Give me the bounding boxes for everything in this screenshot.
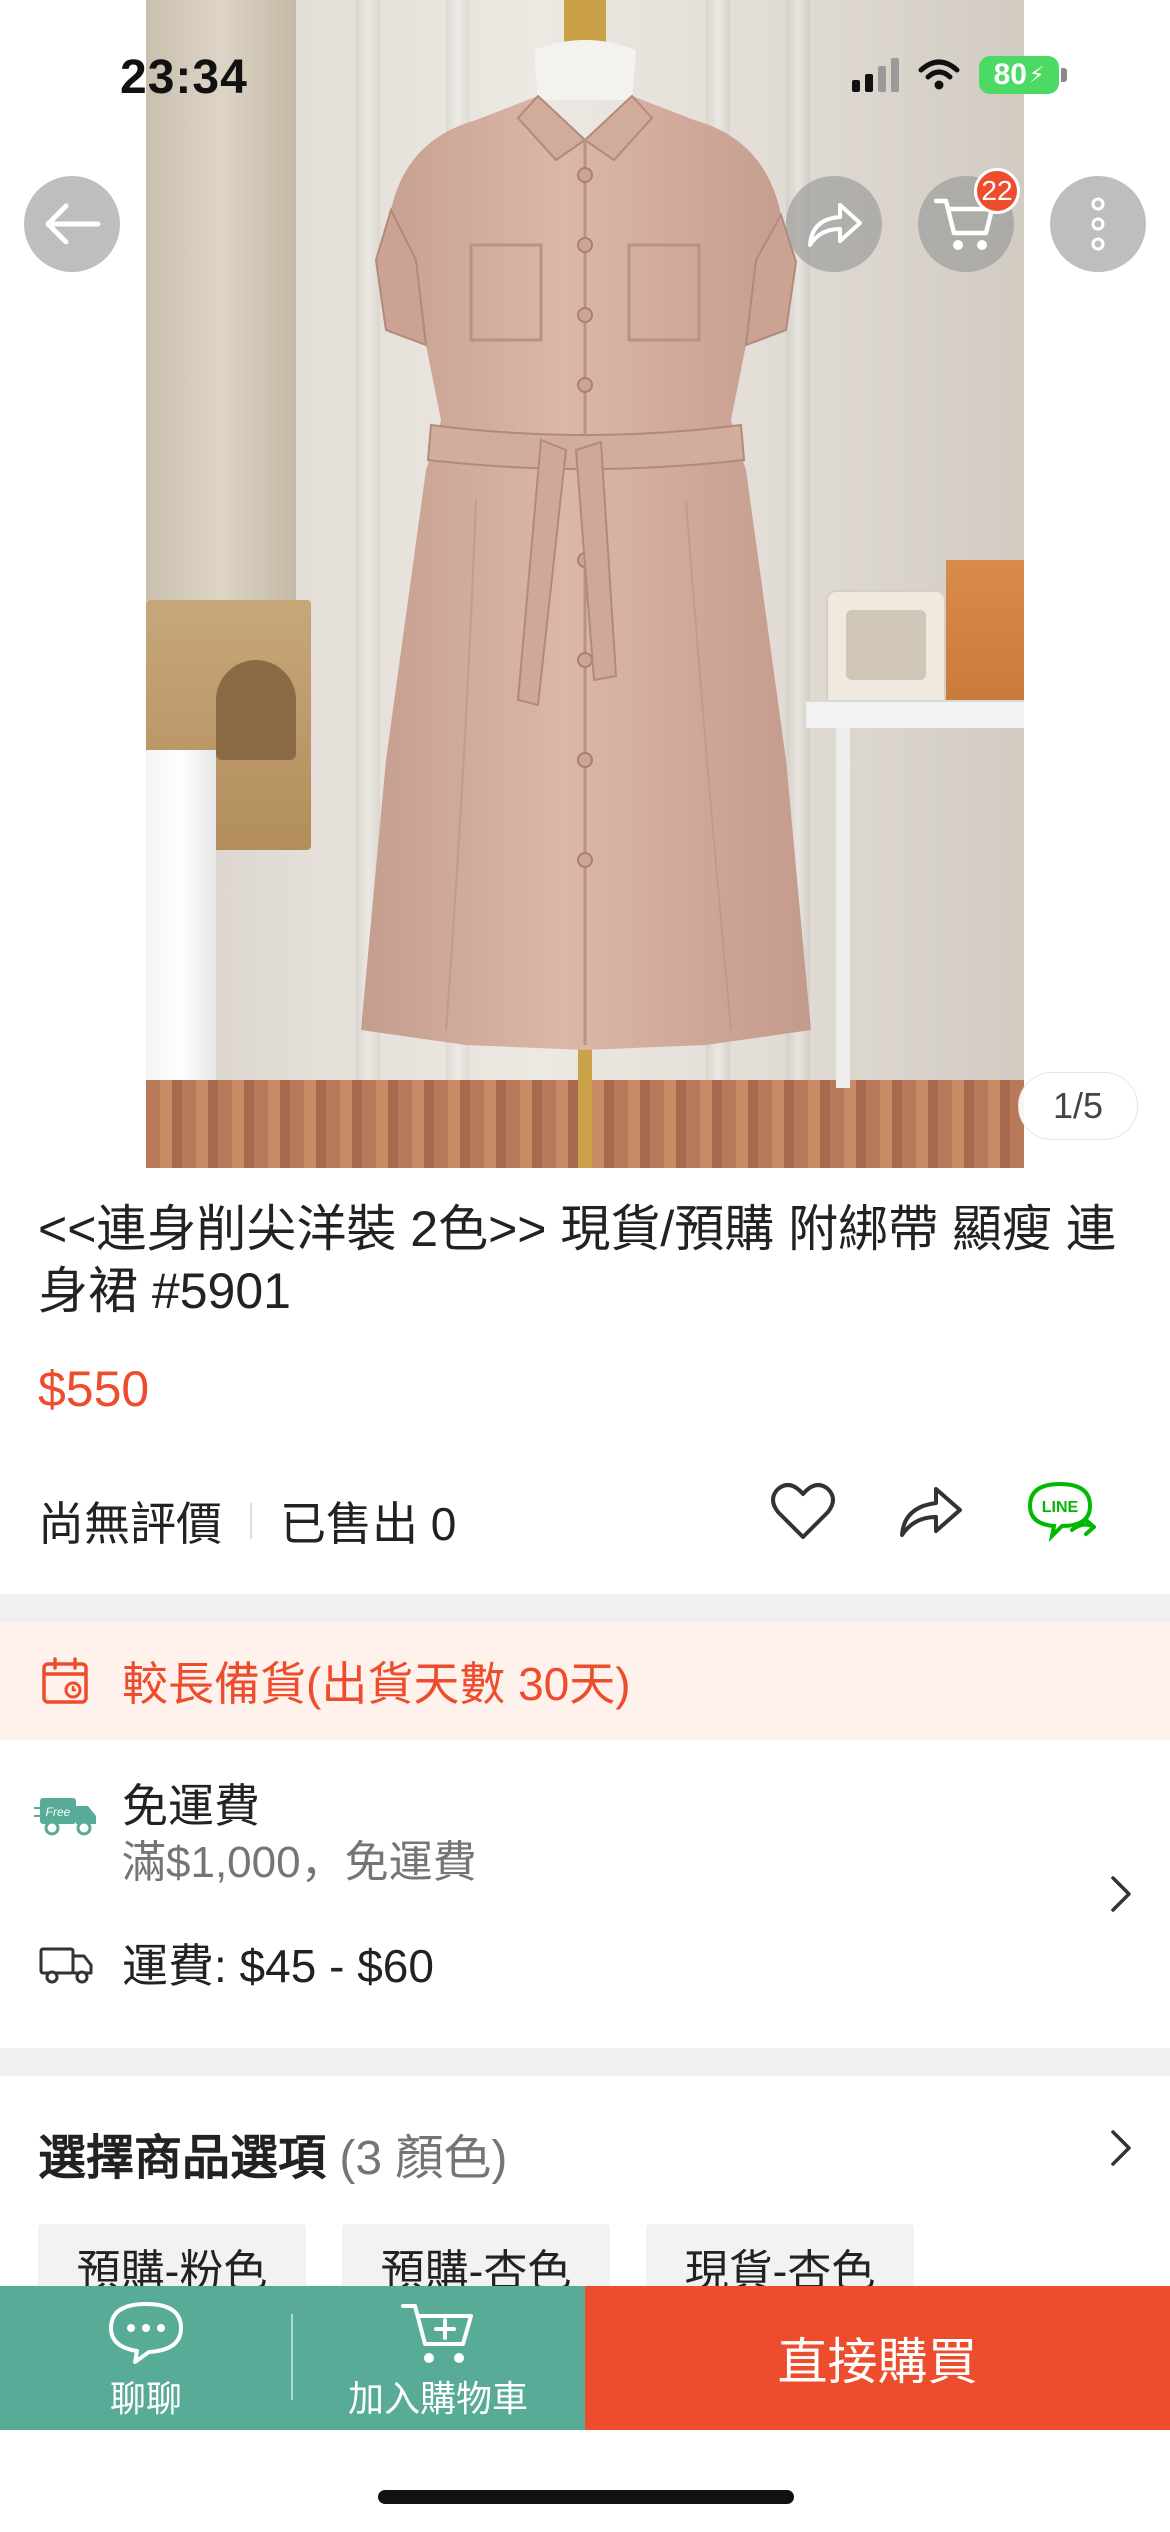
- free-badge-text: Free: [46, 1805, 71, 1819]
- rating-text: 尚無評價: [38, 1498, 222, 1550]
- section-divider: [0, 2048, 1170, 2076]
- truck-icon: [39, 1947, 93, 1984]
- chevron-right-icon: [1111, 2130, 1131, 2166]
- status-time: 23:34: [120, 51, 248, 104]
- share-icon: [808, 203, 862, 247]
- cart-count-badge: 22: [974, 168, 1020, 214]
- battery-level: 80: [993, 58, 1027, 91]
- heart-icon[interactable]: [770, 1481, 836, 1541]
- stats-divider: [250, 1503, 252, 1539]
- calendar-icon: [42, 1657, 88, 1704]
- bottom-action-bar: 聊聊 加入購物車 直接購買: [0, 2286, 1170, 2430]
- shipping-info[interactable]: Free 免運費 滿$1,000，免運費 運費: $45 - $60: [0, 1740, 1170, 2048]
- product-options[interactable]: 選擇商品選項 (3 顏色) 預購-粉色 預購-杏色 現貨-杏色: [0, 2076, 1170, 2310]
- product-price: $550: [38, 1361, 150, 1417]
- chat-label: 聊聊: [109, 2378, 182, 2419]
- free-shipping-subtitle: 滿$1,000，免運費: [122, 1838, 477, 1887]
- image-page-counter: 1/5: [1018, 1072, 1138, 1140]
- status-indicators: 80 ⚡: [852, 56, 1067, 94]
- line-share-icon[interactable]: LINE: [1026, 1480, 1098, 1542]
- add-to-cart-button[interactable]: 加入購物車: [292, 2286, 584, 2430]
- options-title-text: 選擇商品選項: [38, 2132, 327, 2185]
- chat-bubble-icon: [109, 2302, 183, 2364]
- add-cart-icon: [401, 2304, 473, 2363]
- sold-count: 已售出 0: [280, 1498, 457, 1550]
- wifi-icon: [918, 59, 960, 90]
- preorder-notice: 較長備貨(出貨天數 30天): [0, 1622, 1170, 1740]
- product-stats: 尚無評價 已售出 0: [38, 1488, 456, 1554]
- cart-button[interactable]: 22: [918, 168, 1020, 272]
- product-photo: [146, 0, 1024, 1168]
- home-indicator[interactable]: [378, 2490, 794, 2504]
- chevron-right-icon: [1111, 1876, 1131, 1912]
- shipping-fee: 運費: $45 - $60: [122, 1940, 434, 1992]
- options-count: (3 顏色): [339, 2132, 508, 2185]
- preorder-notice-text: 較長備貨(出貨天數 30天): [122, 1658, 631, 1710]
- secondary-actions: 聊聊 加入購物車: [0, 2286, 585, 2430]
- back-button[interactable]: [24, 176, 120, 272]
- dress-illustration: [361, 40, 811, 1050]
- more-options-button[interactable]: [1050, 176, 1146, 272]
- share-icon[interactable]: [898, 1483, 964, 1539]
- cellular-signal-icon: [852, 58, 899, 92]
- buy-now-label: 直接購買: [777, 2334, 978, 2390]
- chat-button[interactable]: 聊聊: [0, 2286, 292, 2430]
- add-cart-label: 加入購物車: [347, 2378, 528, 2419]
- battery-icon: 80 ⚡: [979, 56, 1067, 94]
- svg-text:LINE: LINE: [1042, 1499, 1079, 1516]
- options-title: 選擇商品選項 (3 顏色): [38, 2118, 507, 2188]
- free-shipping-truck-icon: Free: [34, 1798, 96, 1836]
- product-actions: LINE: [770, 1480, 1098, 1542]
- more-vertical-icon: [1091, 197, 1105, 251]
- buy-now-button[interactable]: 直接購買: [585, 2286, 1170, 2430]
- section-divider: [0, 1594, 1170, 1622]
- arrow-left-icon: [45, 203, 101, 245]
- image-page-counter-text: 1/5: [1052, 1085, 1104, 1126]
- product-title: <<連身削尖洋裝 2色>> 現貨/預購 附綁帶 顯瘦 連身裙 #5901: [38, 1201, 1116, 1319]
- bottom-bar-divider: [291, 2314, 293, 2400]
- share-button[interactable]: [786, 176, 882, 272]
- home-indicator-area: [0, 2430, 1170, 2532]
